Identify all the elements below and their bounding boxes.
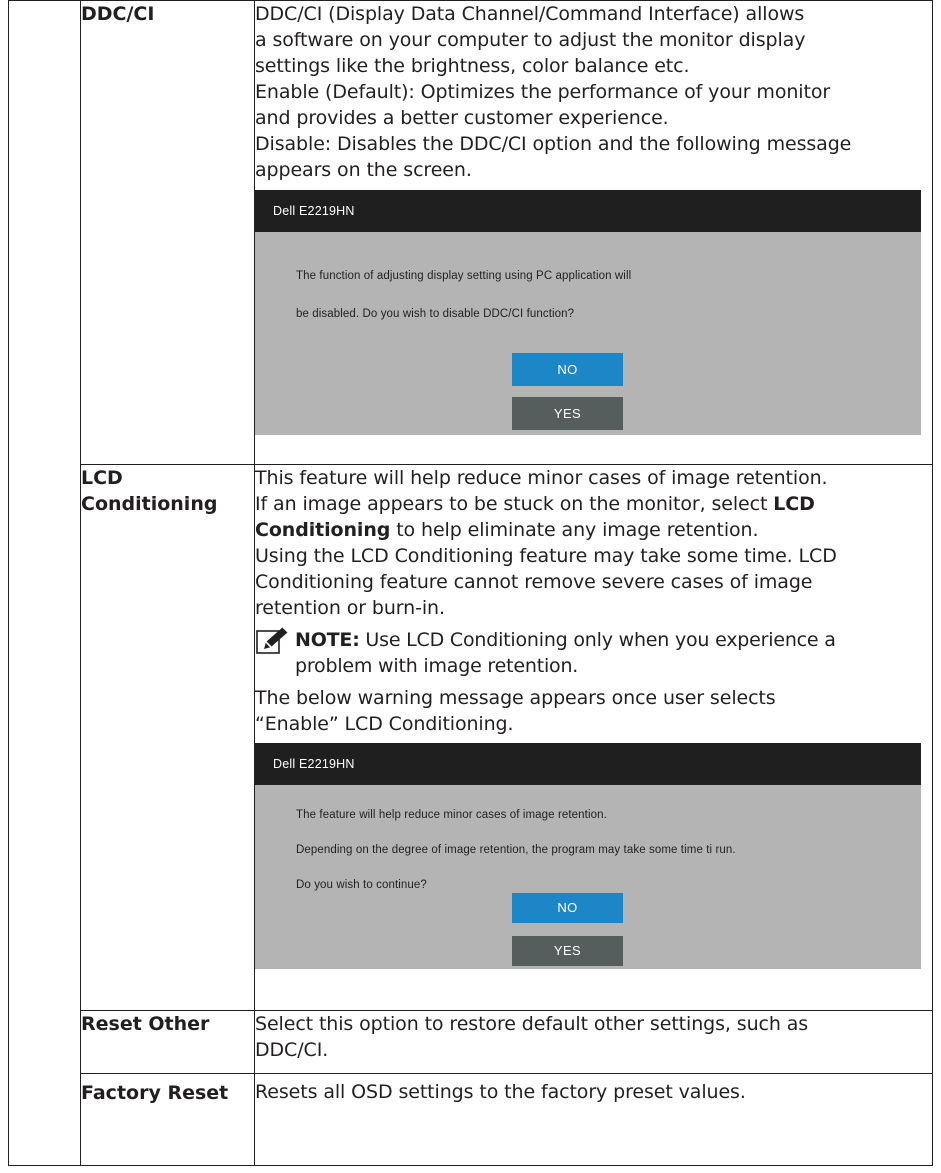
description-line: retention or burn-in.: [255, 597, 445, 619]
dialog-message: The feature will help reduce minor cases…: [296, 809, 607, 821]
osd-settings-table: DDC/CI DDC/CI (Display Data Channel/Comm…: [8, 0, 933, 1166]
dialog-title: Dell E2219HN: [255, 743, 921, 785]
yes-button[interactable]: YES: [512, 936, 623, 966]
description-line: Using the LCD Conditioning feature may t…: [255, 545, 837, 567]
setting-description: Select this option to restore default ot…: [254, 1010, 933, 1074]
dialog-message: Do you wish to continue?: [296, 879, 427, 891]
setting-name: DDC/CI: [80, 0, 255, 465]
description-line: Conditioning to help eliminate any image…: [255, 519, 759, 541]
description-line: Enable (Default): Optimizes the performa…: [255, 81, 831, 103]
description-line: a software on your computer to adjust th…: [255, 29, 806, 51]
description-line: If an image appears to be stuck on the m…: [255, 493, 815, 515]
description-line: appears on the screen.: [255, 159, 472, 181]
setting-name: LCD Conditioning: [80, 464, 255, 1011]
description-line: The below warning message appears once u…: [255, 687, 776, 709]
description-line: Select this option to restore default ot…: [255, 1013, 809, 1035]
ddcci-disable-dialog: Dell E2219HN The function of adjusting d…: [255, 190, 921, 435]
note-line: problem with image retention.: [295, 655, 579, 677]
description-line: “Enable” LCD Conditioning.: [255, 713, 514, 735]
setting-name: Reset Other: [80, 1010, 255, 1074]
table-row-ddcci: DDC/CI DDC/CI (Display Data Channel/Comm…: [8, 0, 933, 1166]
setting-description: Resets all OSD settings to the factory p…: [254, 1073, 933, 1166]
setting-description: DDC/CI (Display Data Channel/Command Int…: [254, 0, 933, 465]
note-label: NOTE:: [295, 629, 360, 651]
description-line: DDC/CI.: [255, 1039, 329, 1061]
description-line: Disable: Disables the DDC/CI option and …: [255, 133, 852, 155]
table-row-reset-other: Reset Other Select this option to restor…: [9, 1010, 933, 1074]
description-line: settings like the brightness, color bala…: [255, 55, 690, 77]
table-row-factory-reset: Factory Reset Resets all OSD settings to…: [9, 1073, 933, 1166]
no-button[interactable]: NO: [512, 353, 623, 386]
dialog-message: Depending on the degree of image retenti…: [296, 844, 736, 856]
description-line: DDC/CI (Display Data Channel/Command Int…: [255, 3, 805, 25]
description-line: This feature will help reduce minor case…: [255, 467, 828, 489]
no-button[interactable]: NO: [512, 893, 623, 923]
blank-column: [8, 0, 81, 1166]
description-line: Conditioning feature cannot remove sever…: [255, 571, 813, 593]
setting-description: This feature will help reduce minor case…: [254, 464, 933, 1011]
table-row-lcd-conditioning: LCD Conditioning This feature will help …: [9, 464, 933, 1011]
lcd-conditioning-dialog: Dell E2219HN The feature will help reduc…: [255, 743, 921, 969]
yes-button[interactable]: YES: [512, 397, 623, 430]
bold-term: Conditioning: [255, 519, 391, 541]
note-block: NOTE: Use LCD Conditioning only when you…: [255, 626, 932, 679]
pencil-note-icon: [256, 626, 289, 654]
setting-name-line: Conditioning: [81, 493, 218, 515]
description-line: and provides a better customer experienc…: [255, 107, 669, 129]
note-line: NOTE: Use LCD Conditioning only when you…: [295, 629, 836, 651]
bold-term: LCD: [773, 493, 815, 515]
setting-name: Factory Reset: [80, 1073, 255, 1166]
dialog-message: The function of adjusting display settin…: [296, 270, 632, 282]
setting-name-line: LCD: [81, 467, 123, 489]
description-line: Resets all OSD settings to the factory p…: [255, 1081, 746, 1103]
dialog-message: be disabled. Do you wish to disable DDC/…: [296, 308, 575, 320]
dialog-title: Dell E2219HN: [255, 190, 921, 232]
